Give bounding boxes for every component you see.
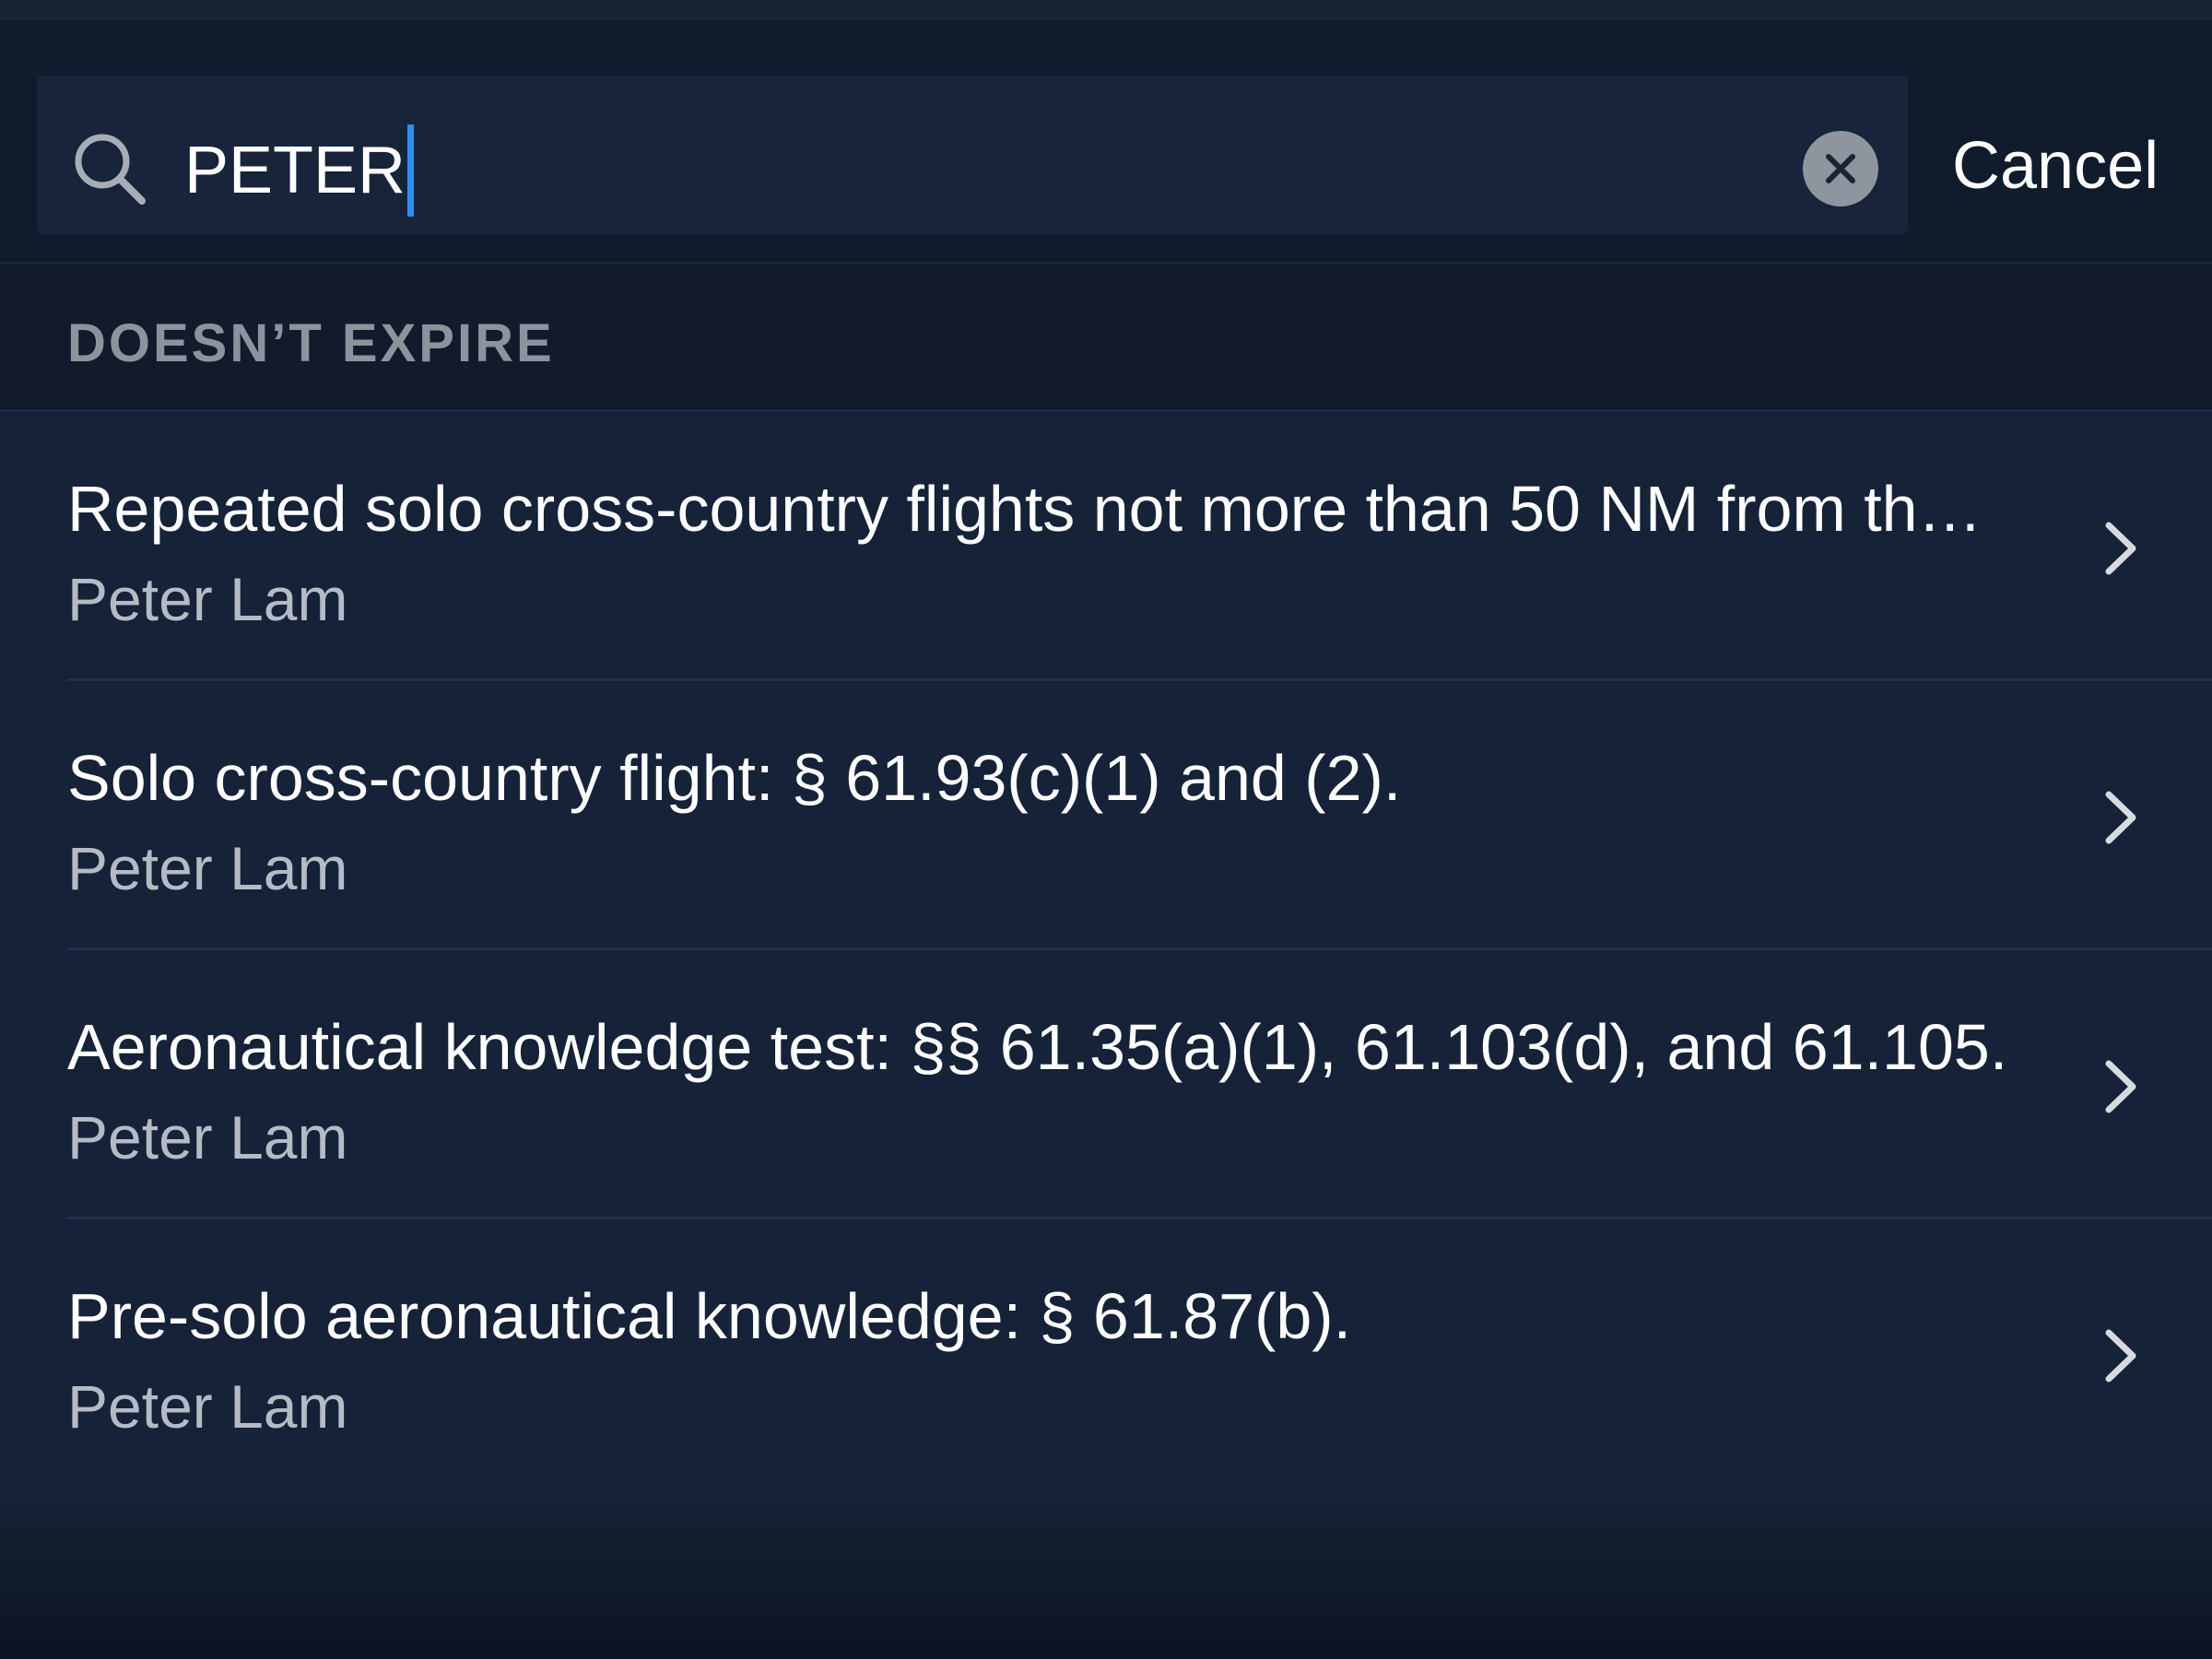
search-screen: PETER Cancel DOESN’T EXPIRE Repeated sol… [0,0,2212,1659]
clear-search-button[interactable] [1803,131,1878,206]
list-item-subtitle: Peter Lam [67,1103,348,1171]
chevron-right-icon [2105,1060,2136,1113]
list-item[interactable]: Pre-solo aeronautical knowledge: § 61.87… [0,1219,2212,1488]
list-item-title: Solo cross-country flight: § 61.93(c)(1)… [67,742,1402,814]
list-item-subtitle: Peter Lam [67,1372,348,1441]
text-cursor [407,124,415,217]
bottom-empty-area [0,1489,2212,1659]
list-item-subtitle: Peter Lam [67,834,348,902]
search-input[interactable]: PETER [184,124,415,217]
list-item[interactable]: Solo cross-country flight: § 61.93(c)(1)… [0,681,2212,950]
cancel-button[interactable]: Cancel [1952,120,2159,212]
list-item[interactable]: Aeronautical knowledge test: §§ 61.35(a)… [0,950,2212,1219]
chevron-right-icon [2105,791,2136,844]
chevron-right-icon [2105,522,2136,575]
list-item-subtitle: Peter Lam [67,565,348,633]
clear-icon [1826,154,1855,183]
top-strip [0,0,2212,20]
section-header: DOESN’T EXPIRE [0,262,2212,409]
chevron-right-icon [2105,1329,2136,1382]
list-item-title: Repeated solo cross-country flights not … [67,473,2012,545]
results-list: Repeated solo cross-country flights not … [0,409,2212,1489]
section-title: DOESN’T EXPIRE [67,313,555,373]
list-item-title: Pre-solo aeronautical knowledge: § 61.87… [67,1280,1352,1352]
list-item-title: Aeronautical knowledge test: §§ 61.35(a)… [67,1011,2008,1083]
list-item[interactable]: Repeated solo cross-country flights not … [0,412,2212,681]
search-query-text: PETER [184,134,406,207]
search-icon [75,134,146,205]
